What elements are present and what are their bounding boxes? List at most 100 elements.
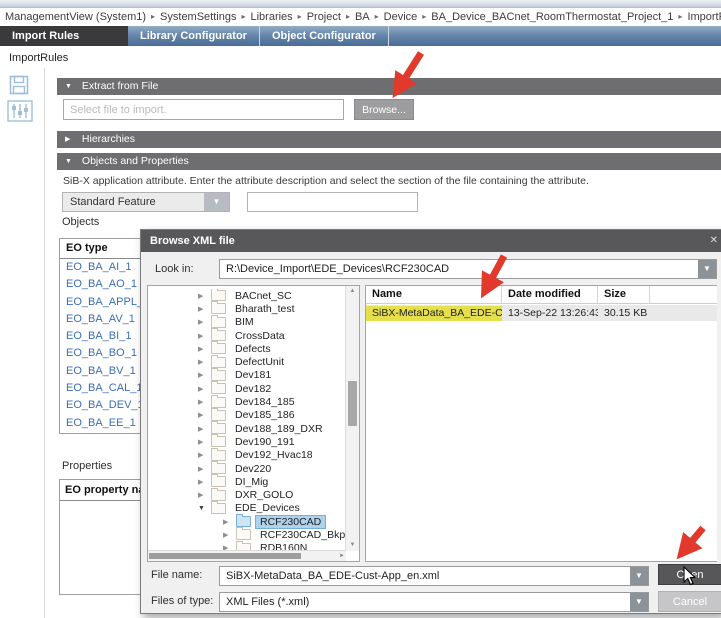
tree-item[interactable]: ▶Dev192_Hvac18: [148, 449, 345, 462]
chevron-down-icon[interactable]: ▼: [698, 260, 716, 278]
tree-item[interactable]: ▶ BACnet_SC: [148, 289, 345, 302]
close-icon[interactable]: ✕: [710, 230, 718, 252]
expand-icon[interactable]: ▶: [198, 411, 209, 419]
expand-icon[interactable]: ▶: [198, 491, 209, 499]
tree-item[interactable]: ▶Dev190_191: [148, 435, 345, 448]
tree-item[interactable]: ▶Dev185_186: [148, 409, 345, 422]
cancel-button[interactable]: Cancel: [658, 591, 721, 612]
breadcrumb-item[interactable]: Device: [384, 11, 418, 23]
look-in-combobox[interactable]: R:\Device_Import\EDE_Devices\RCF230CAD ▼: [219, 259, 717, 279]
expand-icon[interactable]: ▶: [198, 371, 209, 379]
tree-item[interactable]: ▶Defects: [148, 342, 345, 355]
eo-type-link[interactable]: EO_BA_DEV_1: [60, 397, 146, 414]
eo-type-link[interactable]: EO_BA_BI_1: [60, 328, 146, 345]
tree-item[interactable]: ▶BIM: [148, 316, 345, 329]
expand-icon[interactable]: ▶: [198, 318, 209, 326]
tree-item[interactable]: ▼EDE_Devices: [148, 502, 345, 515]
file-row[interactable]: SiBX-MetaData_BA_EDE-Cus...13-Sep-22 13:…: [366, 305, 717, 321]
tree-item[interactable]: ▶ DefectUnit: [148, 355, 345, 368]
expand-icon[interactable]: ▶: [198, 425, 209, 433]
files-of-type-combobox[interactable]: XML Files (*.xml) ▼: [219, 592, 649, 612]
tree-item[interactable]: ▶Bharath_test: [148, 302, 345, 315]
breadcrumb-item[interactable]: BA: [355, 11, 370, 23]
expand-icon[interactable]: ▶: [198, 305, 209, 313]
expand-icon[interactable]: ▶: [198, 438, 209, 446]
tree-item[interactable]: ▶Dev220: [148, 462, 345, 475]
expand-icon[interactable]: ▶: [198, 451, 209, 459]
save-icon[interactable]: [9, 75, 29, 95]
breadcrumb-separator-icon: ▸: [422, 12, 426, 21]
expand-icon[interactable]: ▶: [198, 478, 209, 486]
folder-icon: [211, 343, 226, 354]
scroll-up-icon[interactable]: ▲: [346, 286, 359, 297]
expand-icon[interactable]: ▶: [198, 398, 209, 406]
expand-icon[interactable]: ▶: [198, 345, 209, 353]
expand-icon[interactable]: ▶: [223, 531, 234, 539]
breadcrumb-item[interactable]: Libraries: [250, 11, 292, 23]
scroll-right-icon[interactable]: ►: [339, 551, 345, 561]
chevron-down-icon[interactable]: ▼: [204, 193, 229, 211]
tab-library-configurator[interactable]: Library Configurator: [128, 26, 260, 46]
eo-type-link[interactable]: EO_BA_AI_1: [60, 259, 146, 276]
expand-icon[interactable]: ▶: [198, 332, 209, 340]
tree-item-label: DefectUnit: [231, 356, 288, 368]
eo-type-link[interactable]: EO_BA_APPL_Roo: [60, 294, 146, 311]
eo-type-link[interactable]: EO_BA_CAL_1: [60, 380, 146, 397]
tree-item[interactable]: ▶CrossData: [148, 329, 345, 342]
attribute-description-input[interactable]: [247, 192, 418, 212]
scrollbar-thumb[interactable]: [149, 553, 301, 559]
tab-import-rules[interactable]: Import Rules: [0, 26, 128, 46]
window-top-strip: [0, 0, 721, 8]
tree-item[interactable]: ▶RCF230CAD_Bkp: [148, 528, 345, 541]
breadcrumb-item[interactable]: BA_Device_BACnet_RoomThermostat_Project_…: [431, 11, 673, 23]
chevron-down-icon[interactable]: ▼: [630, 567, 648, 585]
tree-item[interactable]: ▶Dev181: [148, 369, 345, 382]
feature-dropdown[interactable]: Standard Feature ▼: [62, 192, 230, 212]
tree-item[interactable]: ▶DI_Mig: [148, 475, 345, 488]
tree-vertical-scrollbar[interactable]: ▲ ▼: [345, 286, 359, 551]
tree-item[interactable]: ▶Dev188_189_DXR: [148, 422, 345, 435]
tree-item[interactable]: ▶Dev182: [148, 382, 345, 395]
eo-type-link[interactable]: EO_BA_AO_1: [60, 276, 146, 293]
breadcrumb-item[interactable]: ManagementView (System1): [5, 11, 146, 23]
section-header-objects-and-properties[interactable]: ▼ Objects and Properties: [57, 153, 721, 170]
scroll-down-icon[interactable]: ▼: [346, 540, 359, 551]
file-name-combobox[interactable]: SiBX-MetaData_BA_EDE-Cust-App_en.xml ▼: [219, 566, 649, 586]
eo-type-link[interactable]: EO_BA_EE_1: [60, 415, 146, 432]
tree-item[interactable]: ▶DXR_GOLO: [148, 488, 345, 501]
expand-icon[interactable]: ▶: [198, 358, 209, 366]
import-file-input[interactable]: [63, 99, 344, 120]
file-list-column-header[interactable]: Size: [598, 286, 650, 303]
tab-object-configurator[interactable]: Object Configurator: [260, 26, 389, 46]
tree-horizontal-scrollbar[interactable]: ►: [148, 550, 346, 561]
chevron-down-icon[interactable]: ▼: [630, 593, 648, 611]
section-header-extract-from-file[interactable]: ▼ Extract from File: [57, 78, 721, 95]
file-list-column-header[interactable]: Date modified: [502, 286, 598, 303]
breadcrumb-item[interactable]: SystemSettings: [160, 11, 236, 23]
collapse-icon[interactable]: ▼: [198, 505, 209, 512]
eo-property-column-header[interactable]: EO property nam: [60, 480, 146, 501]
file-list-column-header[interactable]: [650, 286, 717, 303]
eo-type-link[interactable]: EO_BA_BV_1: [60, 363, 146, 380]
eo-type-link[interactable]: EO_BA_BO_1: [60, 345, 146, 362]
tree-item[interactable]: ▶RDB160N: [148, 542, 345, 550]
expand-icon[interactable]: ▶: [198, 385, 209, 393]
filter-settings-icon[interactable]: [7, 100, 33, 122]
breadcrumb-item[interactable]: Project: [307, 11, 341, 23]
file-list-column-header[interactable]: Name: [366, 286, 502, 303]
tree-item[interactable]: ▶Dev184_185: [148, 395, 345, 408]
scrollbar-thumb[interactable]: [348, 381, 357, 426]
open-button[interactable]: Open: [658, 564, 721, 585]
section-header-hierarchies[interactable]: ▶ Hierarchies: [57, 131, 721, 148]
expand-icon[interactable]: ▶: [223, 518, 234, 526]
tree-item-label: BACnet_SC: [231, 290, 296, 302]
eo-type-column-header[interactable]: EO type: [60, 239, 146, 259]
expand-icon[interactable]: ▶: [198, 465, 209, 473]
eo-type-link[interactable]: EO_BA_AV_1: [60, 311, 146, 328]
browse-button[interactable]: Browse...: [354, 99, 414, 120]
expand-icon[interactable]: ▶: [198, 292, 209, 300]
breadcrumb-separator-icon: ▸: [298, 12, 302, 21]
breadcrumb-item[interactable]: ImportRules: [687, 11, 721, 23]
dialog-title-bar[interactable]: Browse XML file ✕: [141, 230, 721, 252]
tree-item[interactable]: ▶RCF230CAD: [148, 515, 345, 528]
